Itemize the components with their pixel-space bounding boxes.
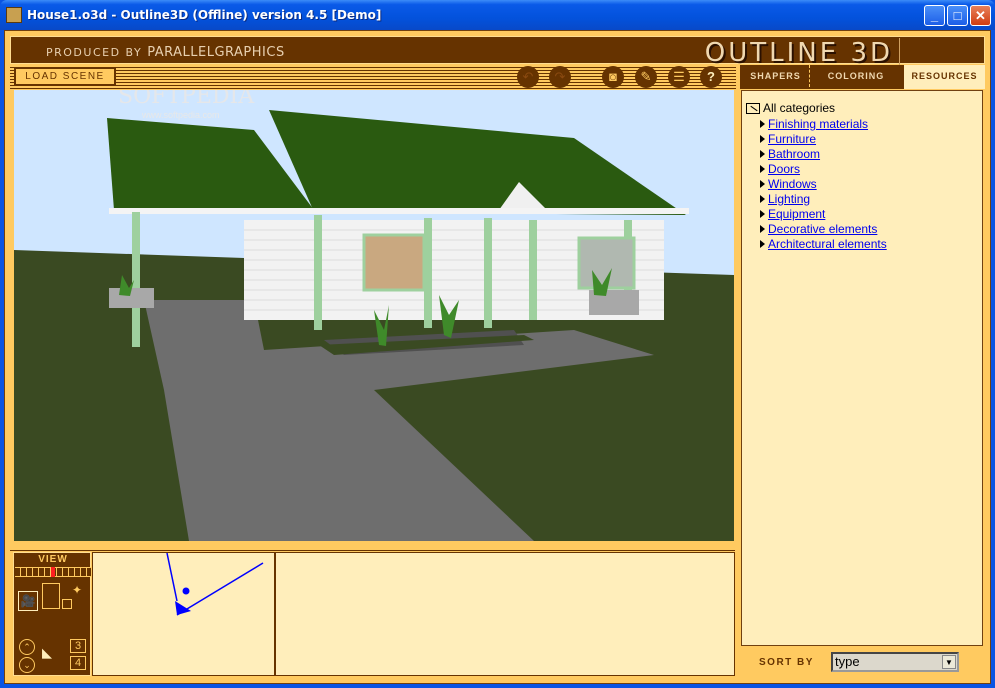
- bottom-panel: VIEW 🎥 ✦ ⌃ ⌄ ◣ 3 4 + −: [10, 541, 735, 678]
- expand-arrow-icon[interactable]: [760, 224, 765, 233]
- help-icon[interactable]: ?: [700, 66, 722, 88]
- produced-by-label: PRODUCED BY: [46, 46, 143, 59]
- view-panel: VIEW 🎥 ✦ ⌃ ⌄ ◣ 3 4: [13, 552, 91, 676]
- category-item: Lighting: [760, 191, 887, 206]
- navigation-map[interactable]: + −: [92, 552, 354, 676]
- all-categories-label: All categories: [763, 101, 836, 115]
- camera-snapshot-icon[interactable]: ◙: [602, 66, 624, 88]
- top-view-icon[interactable]: [42, 583, 60, 609]
- view-label: VIEW: [38, 554, 68, 565]
- toolbar: LOAD SCENE ↶ ↷ ◙ ✎ ☰ ?: [10, 65, 736, 89]
- watermark-url: www.softpedia.com: [142, 110, 220, 120]
- view-slider[interactable]: [15, 567, 91, 577]
- category-link[interactable]: Doors: [768, 162, 800, 176]
- bottom-strip: [10, 541, 735, 551]
- close-button[interactable]: ✕: [970, 5, 991, 26]
- porch-post: [484, 218, 492, 328]
- category-item: Windows: [760, 176, 887, 191]
- title-bar: House1.o3d - Outline3D (Offline) version…: [0, 0, 995, 30]
- edit-pen-icon[interactable]: ✎: [635, 66, 657, 88]
- expand-arrow-icon[interactable]: [760, 239, 765, 248]
- tab-shapers[interactable]: SHAPERS: [742, 65, 810, 87]
- window-title: House1.o3d - Outline3D (Offline) version…: [27, 8, 382, 22]
- target-point[interactable]: [182, 587, 190, 595]
- app-header: PRODUCED BY PARALLELGRAPHICS OUTLINE 3D: [10, 36, 985, 68]
- category-link[interactable]: Equipment: [768, 207, 825, 221]
- sort-bar: SORT BY type ▼: [741, 648, 983, 678]
- resources-panel: All categories Finishing materials Furni…: [741, 90, 983, 646]
- camera-view-icon[interactable]: 🎥: [18, 591, 38, 611]
- move-up-icon[interactable]: ⌃: [19, 639, 35, 655]
- fov-line-left: [166, 552, 178, 602]
- expand-arrow-icon[interactable]: [760, 194, 765, 203]
- company-name: PARALLELGRAPHICS: [147, 45, 285, 60]
- category-link[interactable]: Windows: [768, 177, 817, 191]
- minimize-button[interactable]: _: [924, 5, 945, 26]
- camera-icon: ◣: [42, 645, 52, 660]
- redo-icon[interactable]: ↷: [549, 66, 571, 88]
- category-link[interactable]: Architectural elements: [768, 237, 887, 251]
- category-item: Furniture: [760, 131, 887, 146]
- porch-post: [314, 215, 322, 330]
- tab-coloring[interactable]: COLORING: [812, 65, 900, 87]
- watermark: SOFTPEDIA: [118, 90, 255, 109]
- expand-arrow-icon[interactable]: [760, 209, 765, 218]
- porch-post: [529, 220, 537, 320]
- sort-by-value: type: [835, 654, 860, 669]
- view-4-button[interactable]: 4: [70, 656, 86, 670]
- category-item: Doors: [760, 161, 887, 176]
- category-link[interactable]: Furniture: [768, 132, 816, 146]
- expand-arrow-icon[interactable]: [760, 134, 765, 143]
- expand-arrow-icon[interactable]: [760, 179, 765, 188]
- folder-icon: [746, 102, 760, 114]
- tab-resources[interactable]: RESOURCES: [904, 65, 985, 89]
- house-scene: [14, 90, 734, 541]
- category-item: Bathroom: [760, 146, 887, 161]
- category-link[interactable]: Decorative elements: [768, 222, 877, 236]
- category-link[interactable]: Lighting: [768, 192, 810, 206]
- undo-icon[interactable]: ↶: [517, 66, 539, 88]
- category-item: Equipment: [760, 206, 887, 221]
- producer-credit: PRODUCED BY PARALLELGRAPHICS: [46, 45, 285, 60]
- planter: [109, 288, 154, 308]
- small-view-icon[interactable]: [62, 599, 72, 609]
- dropdown-arrow-icon[interactable]: ▼: [942, 655, 956, 669]
- category-link[interactable]: Bathroom: [768, 147, 820, 161]
- move-down-icon[interactable]: ⌄: [19, 657, 35, 673]
- view-slider-knob[interactable]: [51, 567, 55, 577]
- expand-arrow-icon[interactable]: [760, 164, 765, 173]
- document-list-icon[interactable]: ☰: [668, 66, 690, 88]
- panel-tabs: SHAPERS COLORING RESOURCES: [740, 65, 985, 89]
- expand-arrow-icon[interactable]: [760, 149, 765, 158]
- maximize-button[interactable]: □: [947, 5, 968, 26]
- 3d-viewport[interactable]: SOFTPEDIA www.softpedia.com: [14, 90, 734, 541]
- fov-line-right: [176, 562, 264, 616]
- properties-panel: [275, 552, 735, 676]
- load-scene-button[interactable]: LOAD SCENE: [14, 67, 116, 86]
- sort-by-select[interactable]: type ▼: [831, 652, 959, 672]
- category-item: Decorative elements: [760, 221, 887, 236]
- angled-camera-icon[interactable]: ✦: [72, 583, 82, 597]
- view-3-button[interactable]: 3: [70, 639, 86, 653]
- sort-by-label: SORT BY: [759, 657, 814, 668]
- category-list: Finishing materials Furniture Bathroom D…: [760, 116, 887, 251]
- category-link[interactable]: Finishing materials: [768, 117, 868, 131]
- porch-post: [132, 212, 140, 347]
- fascia: [109, 208, 689, 214]
- app-logo: OUTLINE 3D: [705, 38, 900, 68]
- category-item: Finishing materials: [760, 116, 887, 131]
- all-categories[interactable]: All categories: [746, 101, 835, 115]
- category-item: Architectural elements: [760, 236, 887, 251]
- app-icon: [6, 7, 22, 23]
- window: [362, 233, 426, 292]
- expand-arrow-icon[interactable]: [760, 119, 765, 128]
- camera-map: [166, 552, 264, 616]
